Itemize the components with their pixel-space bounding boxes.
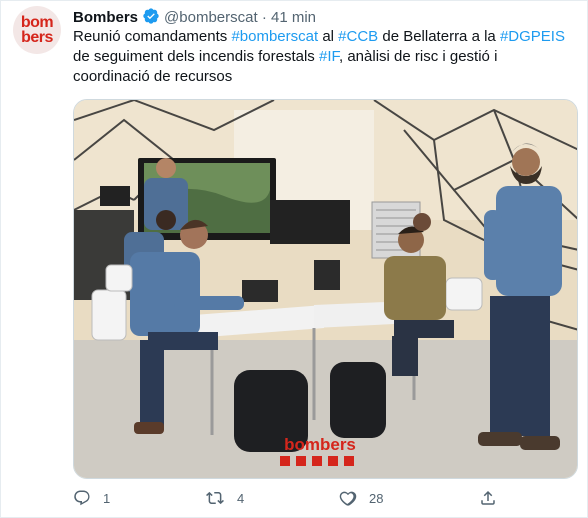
author-name[interactable]: Bombers — [73, 9, 138, 26]
hashtag-link[interactable]: #DGPEIS — [500, 28, 565, 45]
like-button[interactable]: 28 — [339, 489, 383, 507]
reply-icon — [73, 489, 91, 507]
text-part: Reunió comandaments — [73, 28, 232, 45]
tweet-actions: 1 4 28 — [73, 489, 503, 513]
avatar[interactable]: bom bers — [13, 6, 61, 54]
avatar-logo-line1: bom — [20, 14, 54, 31]
hashtag-link[interactable]: #IF — [319, 48, 339, 65]
share-icon — [479, 489, 497, 507]
retweet-icon — [205, 489, 225, 507]
text-part: de seguiment dels incendis forestals — [73, 48, 319, 65]
avatar-logo-line2: bers — [21, 29, 53, 46]
text-part: de Bellaterra a la — [378, 28, 500, 45]
separator-dot: · — [261, 9, 267, 26]
retweet-button[interactable]: 4 — [205, 489, 244, 507]
share-button[interactable] — [479, 489, 497, 507]
hashtag-link[interactable]: #CCB — [338, 28, 378, 45]
author-handle[interactable]: @bomberscat — [164, 9, 258, 26]
reply-count: 1 — [103, 490, 111, 506]
text-part: al — [318, 28, 339, 45]
retweet-count: 4 — [237, 490, 245, 506]
bombers-watermark: bombers — [284, 435, 356, 454]
tweet-card[interactable]: bom bers Bombers @bomberscat · 41 min Reu… — [0, 0, 588, 518]
hashtag-link[interactable]: #bomberscat — [231, 28, 318, 45]
tweet-photo[interactable]: bombers — [73, 99, 578, 479]
heart-icon — [339, 489, 357, 507]
reply-button[interactable]: 1 — [73, 489, 110, 507]
photo-scene: bombers — [74, 100, 577, 478]
like-count: 28 — [369, 490, 384, 506]
timestamp[interactable]: 41 min — [271, 9, 316, 26]
tweet-text: Reunió comandaments #bomberscat al #CCB … — [73, 27, 573, 87]
